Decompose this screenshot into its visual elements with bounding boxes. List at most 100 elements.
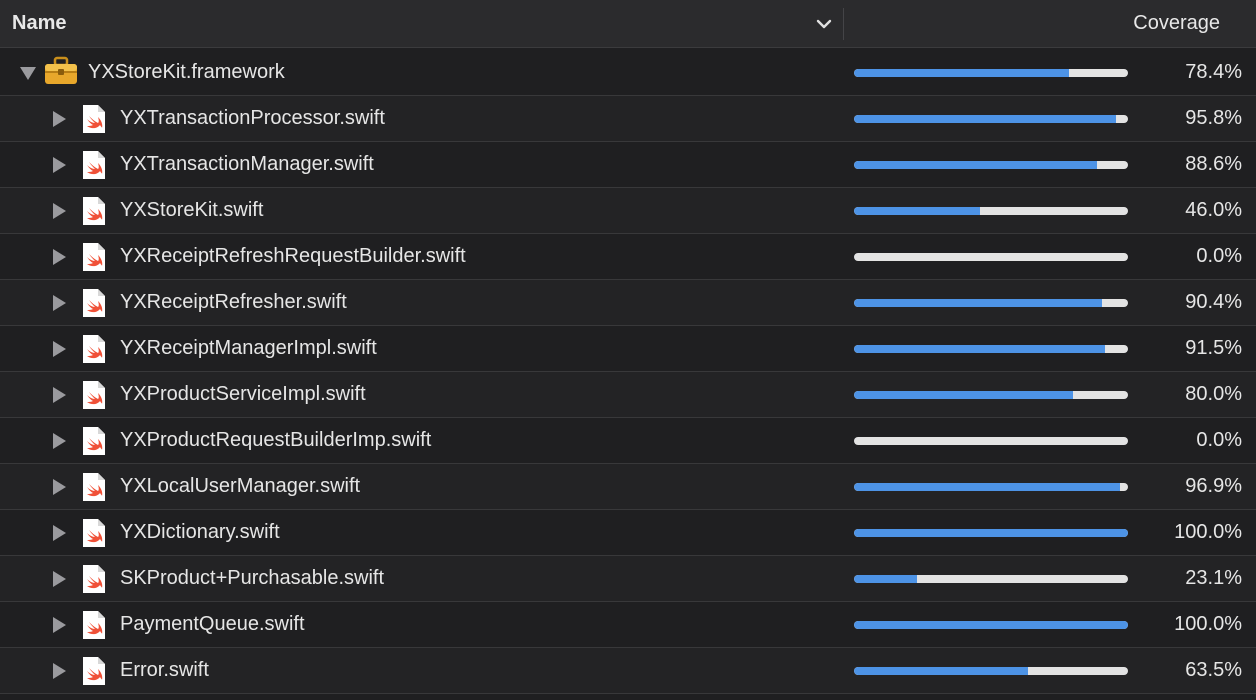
- coverage-bar: [854, 621, 1128, 629]
- file-row[interactable]: YXDictionary.swift 100.0%: [0, 510, 1256, 556]
- swift-file-icon: [82, 380, 106, 410]
- coverage-bar-fill: [854, 69, 1069, 77]
- file-row[interactable]: YXStoreKit.swift 46.0%: [0, 188, 1256, 234]
- coverage-bar: [854, 575, 1128, 583]
- swift-file-icon: [82, 610, 106, 640]
- coverage-bar: [854, 115, 1128, 123]
- swift-file-icon: [82, 656, 106, 686]
- swift-file-icon: [82, 196, 106, 226]
- disclosure-triangle-right-icon[interactable]: [53, 157, 66, 173]
- disclosure-triangle-right-icon[interactable]: [53, 663, 66, 679]
- swift-file-icon: [82, 150, 106, 180]
- coverage-report: Name Coverage YXStoreKit.framework 78.4%…: [0, 0, 1256, 700]
- column-divider[interactable]: [843, 8, 844, 40]
- coverage-bar-fill: [854, 345, 1105, 353]
- file-name: YXProductServiceImpl.swift: [120, 383, 366, 405]
- chevron-down-icon[interactable]: [814, 13, 834, 35]
- coverage-percent: 46.0%: [1185, 199, 1242, 221]
- coverage-bar-fill: [854, 621, 1128, 629]
- coverage-percent: 78.4%: [1185, 61, 1242, 83]
- file-name: YXProductRequestBuilderImp.swift: [120, 429, 432, 451]
- disclosure-triangle-right-icon[interactable]: [53, 433, 66, 449]
- file-row[interactable]: SKProduct+Purchasable.swift 23.1%: [0, 556, 1256, 602]
- coverage-bar-fill: [854, 529, 1128, 537]
- coverage-percent: 90.4%: [1185, 291, 1242, 313]
- file-name: Error.swift: [120, 659, 209, 681]
- file-row[interactable]: YXReceiptManagerImpl.swift 91.5%: [0, 326, 1256, 372]
- coverage-bar: [854, 667, 1128, 675]
- swift-file-icon: [82, 472, 106, 502]
- file-name: YXStoreKit.swift: [120, 199, 264, 221]
- coverage-percent: 96.9%: [1185, 475, 1242, 497]
- framework-name: YXStoreKit.framework: [88, 61, 285, 83]
- coverage-bar: [854, 299, 1128, 307]
- coverage-table: YXStoreKit.framework 78.4% YXTransaction…: [0, 50, 1256, 694]
- disclosure-triangle-right-icon[interactable]: [53, 617, 66, 633]
- coverage-bar: [854, 161, 1128, 169]
- file-name: YXReceiptManagerImpl.swift: [120, 337, 377, 359]
- swift-file-icon: [82, 518, 106, 548]
- coverage-bar: [854, 207, 1128, 215]
- coverage-percent: 91.5%: [1185, 337, 1242, 359]
- coverage-bar: [854, 483, 1128, 491]
- coverage-bar: [854, 345, 1128, 353]
- disclosure-triangle-right-icon[interactable]: [53, 341, 66, 357]
- file-name: PaymentQueue.swift: [120, 613, 305, 635]
- file-name: SKProduct+Purchasable.swift: [120, 567, 385, 589]
- coverage-bar-fill: [854, 161, 1097, 169]
- coverage-percent: 63.5%: [1185, 659, 1242, 681]
- coverage-bar-fill: [854, 483, 1120, 491]
- file-row[interactable]: YXReceiptRefresher.swift 90.4%: [0, 280, 1256, 326]
- coverage-percent: 0.0%: [1196, 245, 1242, 267]
- coverage-percent: 95.8%: [1185, 107, 1242, 129]
- name-column-header[interactable]: Name: [12, 12, 66, 35]
- coverage-bar: [854, 253, 1128, 261]
- coverage-percent: 23.1%: [1185, 567, 1242, 589]
- coverage-column-header[interactable]: Coverage: [1133, 12, 1220, 35]
- swift-file-icon: [82, 288, 106, 318]
- file-row[interactable]: YXTransactionManager.swift 88.6%: [0, 142, 1256, 188]
- disclosure-triangle-right-icon[interactable]: [53, 525, 66, 541]
- coverage-percent: 100.0%: [1174, 521, 1242, 543]
- coverage-percent: 0.0%: [1196, 429, 1242, 451]
- swift-file-icon: [82, 426, 106, 456]
- file-row[interactable]: YXProductRequestBuilderImp.swift 0.0%: [0, 418, 1256, 464]
- coverage-bar-fill: [854, 207, 981, 215]
- file-row[interactable]: YXLocalUserManager.swift 96.9%: [0, 464, 1256, 510]
- file-row[interactable]: Error.swift 63.5%: [0, 648, 1256, 694]
- disclosure-triangle-right-icon[interactable]: [53, 249, 66, 265]
- coverage-percent: 100.0%: [1174, 613, 1242, 635]
- disclosure-triangle-down-icon[interactable]: [20, 67, 36, 80]
- file-name: YXLocalUserManager.swift: [120, 475, 361, 497]
- file-row[interactable]: YXTransactionProcessor.swift 95.8%: [0, 96, 1256, 142]
- file-name: YXReceiptRefreshRequestBuilder.swift: [120, 245, 466, 267]
- file-name: YXReceiptRefresher.swift: [120, 291, 347, 313]
- column-header: Name Coverage: [0, 0, 1256, 48]
- disclosure-triangle-right-icon[interactable]: [53, 111, 66, 127]
- swift-file-icon: [82, 104, 106, 134]
- coverage-bar-fill: [854, 575, 918, 583]
- coverage-bar-fill: [854, 299, 1102, 307]
- coverage-bar-fill: [854, 115, 1117, 123]
- coverage-bar: [854, 69, 1128, 77]
- disclosure-triangle-right-icon[interactable]: [53, 479, 66, 495]
- file-row[interactable]: YXReceiptRefreshRequestBuilder.swift 0.0%: [0, 234, 1256, 280]
- framework-row[interactable]: YXStoreKit.framework 78.4%: [0, 50, 1256, 96]
- disclosure-triangle-right-icon[interactable]: [53, 387, 66, 403]
- coverage-bar: [854, 391, 1128, 399]
- coverage-percent: 88.6%: [1185, 153, 1242, 175]
- file-row[interactable]: YXProductServiceImpl.swift 80.0%: [0, 372, 1256, 418]
- file-row[interactable]: PaymentQueue.swift 100.0%: [0, 602, 1256, 648]
- disclosure-triangle-right-icon[interactable]: [53, 295, 66, 311]
- coverage-percent: 80.0%: [1185, 383, 1242, 405]
- file-name: YXTransactionManager.swift: [120, 153, 374, 175]
- file-name: YXTransactionProcessor.swift: [120, 107, 385, 129]
- swift-file-icon: [82, 564, 106, 594]
- swift-file-icon: [82, 334, 106, 364]
- coverage-bar-fill: [854, 391, 1074, 399]
- toolbox-icon: [44, 56, 78, 86]
- disclosure-triangle-right-icon[interactable]: [53, 203, 66, 219]
- coverage-bar: [854, 437, 1128, 445]
- disclosure-triangle-right-icon[interactable]: [53, 571, 66, 587]
- swift-file-icon: [82, 242, 106, 272]
